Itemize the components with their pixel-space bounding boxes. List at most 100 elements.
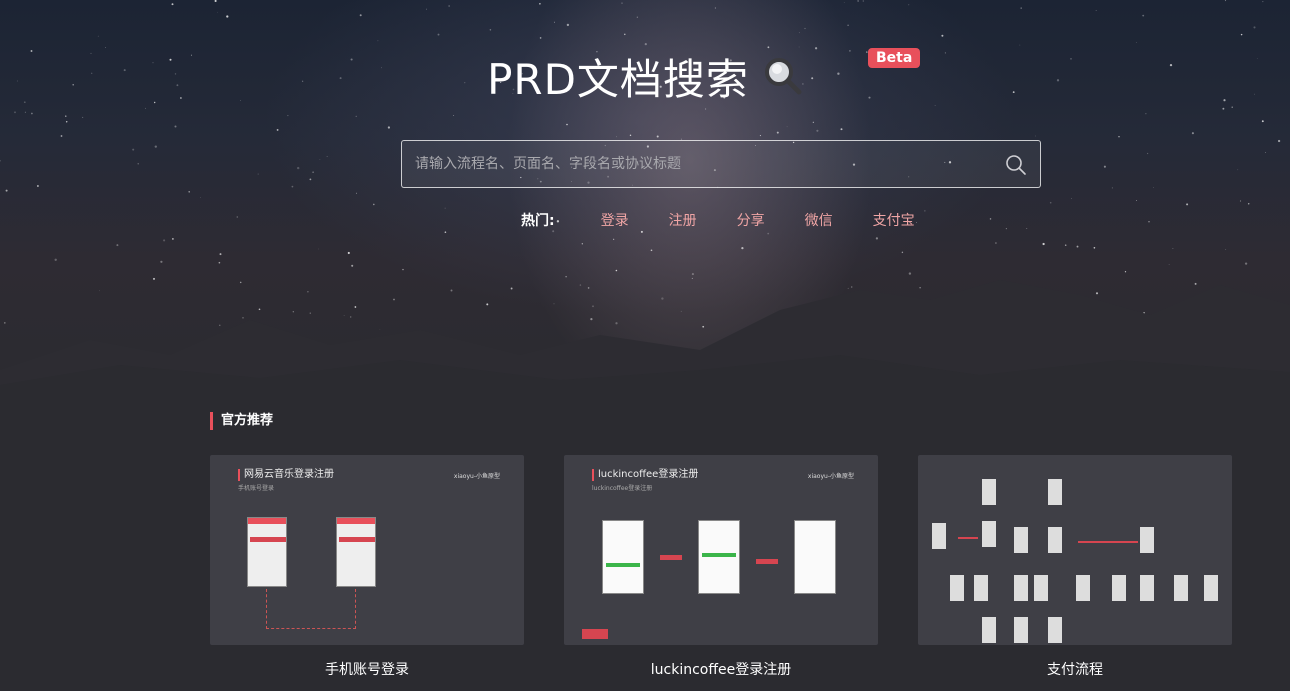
search-icon[interactable]: [1004, 153, 1028, 177]
prototype-screen: [1034, 575, 1048, 601]
prototype-screen: [1140, 527, 1154, 553]
prototype-button: [702, 553, 736, 557]
card-title: 手机账号登录: [325, 662, 409, 678]
annotation-bar: [250, 537, 286, 542]
star: [539, 37, 542, 39]
card-thumbnail: [918, 455, 1232, 645]
hot-link-share[interactable]: 分享: [737, 210, 765, 230]
star: [989, 218, 992, 220]
star: [171, 3, 174, 6]
prototype-screen: [950, 575, 964, 601]
star: [924, 210, 926, 212]
star: [1239, 200, 1242, 202]
star: [200, 197, 201, 198]
title-bar: PRD文档搜索: [0, 46, 1290, 106]
star: [1020, 7, 1022, 9]
star: [1145, 113, 1147, 115]
star: [776, 131, 779, 134]
star: [1026, 228, 1028, 229]
star: [14, 111, 16, 114]
star: [359, 14, 362, 17]
prototype-screen: [932, 523, 946, 549]
star: [65, 121, 68, 123]
star: [319, 159, 321, 160]
star: [448, 5, 450, 7]
star: [326, 156, 328, 157]
star: [843, 2, 845, 3]
star: [276, 128, 279, 131]
star: [1005, 228, 1007, 230]
star: [554, 21, 555, 23]
thumb-subtitle: luckincoffee登录注册: [592, 485, 653, 492]
beta-badge: Beta: [868, 48, 921, 68]
page-title: PRD文档搜索: [487, 54, 749, 104]
magnifier-icon: [763, 56, 803, 96]
star: [355, 115, 357, 117]
star: [613, 238, 615, 240]
star: [309, 178, 312, 181]
star: [236, 216, 238, 218]
card-luckincoffee[interactable]: luckincoffee登录注册 luckincoffee登录注册 xiaoyu…: [564, 455, 878, 679]
card-phone-login[interactable]: 网易云音乐登录注册 手机账号登录 xiaoyu-小鱼原型 手机账号登录: [210, 455, 524, 679]
star: [908, 4, 910, 6]
search-bar: [401, 140, 1041, 188]
star: [217, 11, 218, 13]
search-input[interactable]: [402, 141, 992, 187]
star: [132, 148, 135, 151]
prototype-screen: [1014, 575, 1028, 601]
star: [640, 230, 643, 233]
flow-line: [1078, 541, 1138, 543]
star: [581, 243, 583, 245]
card-thumbnail: 网易云音乐登录注册 手机账号登录 xiaoyu-小鱼原型: [210, 455, 524, 645]
star: [1225, 249, 1227, 250]
star: [426, 8, 427, 10]
star: [862, 0, 864, 2]
star: [65, 115, 67, 117]
star: [377, 40, 379, 42]
prototype-screen: [982, 521, 996, 547]
star: [154, 145, 157, 148]
star: [875, 237, 879, 240]
star: [145, 107, 146, 109]
star: [941, 34, 944, 37]
star: [1253, 26, 1256, 29]
star: [82, 116, 84, 118]
prototype-screen: [982, 479, 996, 505]
star: [116, 244, 119, 247]
star: [1148, 221, 1150, 223]
hot-link-wechat[interactable]: 微信: [805, 210, 833, 230]
star: [616, 136, 618, 138]
prototype-screen: [247, 517, 287, 587]
star: [24, 111, 26, 113]
star: [1093, 246, 1096, 249]
star: [489, 29, 492, 31]
thumb-subtitle: 手机账号登录: [238, 485, 275, 492]
hot-searches: 热门: 登录 注册 分享 微信 支付宝: [521, 210, 915, 230]
annotation-bar: [339, 537, 375, 542]
star: [1265, 152, 1266, 153]
hot-link-alipay[interactable]: 支付宝: [873, 210, 915, 230]
star: [1240, 33, 1243, 36]
prototype-screen: [1112, 575, 1126, 601]
star: [650, 249, 653, 252]
star: [1095, 9, 1097, 11]
star: [226, 15, 229, 18]
star: [373, 203, 375, 206]
thumb-brand: xiaoyu-小鱼原型: [807, 473, 854, 480]
card-title: luckincoffee登录注册: [650, 662, 792, 678]
star: [1277, 139, 1281, 143]
annotation-bar: [756, 559, 778, 564]
prototype-screen: [794, 520, 836, 594]
star: [1118, 136, 1120, 138]
star: [1076, 245, 1079, 248]
mountain-silhouette: [0, 280, 1290, 400]
card-payment-flow[interactable]: 支付流程: [918, 455, 1232, 679]
star: [1262, 1, 1264, 3]
hot-link-register[interactable]: 注册: [669, 210, 697, 230]
star: [714, 7, 716, 9]
star: [994, 242, 997, 244]
star: [916, 222, 917, 223]
hot-link-login[interactable]: 登录: [601, 210, 629, 230]
star: [812, 121, 814, 123]
star: [214, 0, 217, 3]
